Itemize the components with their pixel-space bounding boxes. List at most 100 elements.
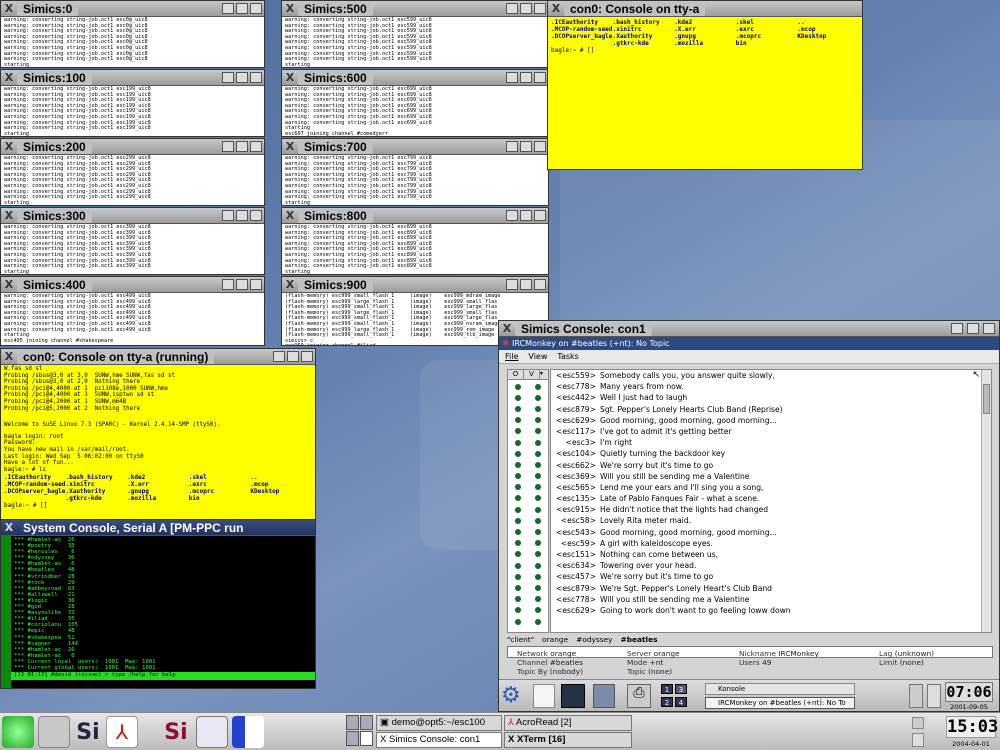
minimize-button[interactable]: [506, 210, 518, 221]
message-nick[interactable]: <esc117>: [554, 426, 596, 437]
title-bar[interactable]: X System Console, Serial A [PM-PPC run: [1, 520, 315, 536]
title-bar[interactable]: X Simics:100: [1, 70, 264, 86]
maximize-button[interactable]: [520, 141, 532, 152]
message-nick[interactable]: <esc915>: [554, 504, 596, 515]
nick-list-row[interactable]: [508, 392, 548, 403]
close-button[interactable]: [250, 72, 262, 83]
col-voice[interactable]: V: [524, 370, 540, 379]
message-nick[interactable]: <esc634>: [554, 560, 596, 571]
x-logo-icon[interactable]: X: [1, 209, 17, 223]
message-nick[interactable]: <esc629>: [554, 415, 596, 426]
nick-list-row[interactable]: [508, 605, 548, 616]
close-button[interactable]: [250, 3, 262, 14]
scrollbar-thumb[interactable]: [983, 384, 990, 414]
menu-view[interactable]: View: [528, 352, 547, 361]
simics-console-window[interactable]: X Simics:700 warning: converting string-jo…: [281, 138, 549, 206]
klipper-icon[interactable]: [927, 684, 941, 708]
maximize-button[interactable]: [520, 72, 532, 83]
x-logo-icon[interactable]: X: [282, 209, 298, 223]
x-logo-icon[interactable]: X: [282, 140, 298, 154]
close-button[interactable]: [534, 72, 546, 83]
x-logo-icon[interactable]: X: [1, 71, 17, 85]
terminal-output[interactable]: warning: converting string-job.oct1 esc3…: [1, 224, 264, 274]
title-bar[interactable]: X Simics:800: [282, 208, 548, 224]
tab-client[interactable]: "client": [507, 635, 534, 645]
acrobat-icon[interactable]: ⅄: [106, 716, 138, 748]
nick-list-row[interactable]: [508, 437, 548, 448]
close-button[interactable]: [250, 210, 262, 221]
maximize-button[interactable]: [236, 279, 248, 290]
task-acroread[interactable]: ⅄ AcroRead [2]: [504, 715, 632, 731]
nick-list-row[interactable]: [508, 594, 548, 605]
pager-desktop-3[interactable]: 3: [675, 684, 687, 694]
message-nick[interactable]: <esc442>: [554, 392, 596, 403]
message-nick[interactable]: <esc151>: [554, 549, 596, 560]
task-simics-console[interactable]: X Simics Console: con1: [376, 732, 502, 748]
start-menu-icon[interactable]: [2, 716, 34, 748]
message-nick[interactable]: <esc778>: [554, 381, 596, 392]
pager-cell[interactable]: [346, 715, 359, 730]
scrollbar[interactable]: [1, 536, 11, 688]
pager-desktop-1[interactable]: 1: [661, 684, 673, 694]
terminal-output[interactable]: warning: converting string-job.oct1 esc2…: [1, 155, 264, 205]
minimize-button[interactable]: [222, 141, 234, 152]
col-operator[interactable]: O: [508, 370, 524, 379]
message-nick[interactable]: <esc778>: [554, 594, 596, 605]
x-logo-icon[interactable]: X: [1, 2, 17, 16]
simics-console-window[interactable]: X Simics:600 warning: converting string-jo…: [281, 69, 549, 137]
tab-orange[interactable]: orange: [542, 635, 568, 645]
message-nick[interactable]: <esc543>: [554, 527, 596, 538]
task-ircmonkey[interactable]: IRCMonkey on #beatles (+nt): No To: [705, 697, 855, 709]
message-nick[interactable]: <esc3>: [554, 437, 596, 448]
title-bar[interactable]: X Simics:400: [1, 277, 264, 293]
message-nick[interactable]: <esc135>: [554, 493, 596, 504]
minimize-button[interactable]: [506, 72, 518, 83]
title-bar[interactable]: X Simics:300: [1, 208, 264, 224]
minimize-button[interactable]: [222, 72, 234, 83]
con0-console-window[interactable]: X con0: Console on tty-a .ICEauthority .b…: [547, 0, 863, 170]
title-bar[interactable]: X Simics:200: [1, 139, 264, 155]
nick-list-row[interactable]: [508, 515, 548, 526]
scrollbar[interactable]: [981, 370, 991, 632]
nick-list-row[interactable]: [508, 448, 548, 459]
x-logo-icon[interactable]: X: [282, 71, 298, 85]
message-nick[interactable]: <esc59>: [554, 538, 596, 549]
pager-cell[interactable]: [360, 715, 373, 730]
sort-icon[interactable]: ▾: [540, 370, 548, 379]
message-nick[interactable]: <esc58>: [554, 515, 596, 526]
close-button[interactable]: [534, 141, 546, 152]
nick-list-row[interactable]: [508, 504, 548, 515]
terminal-output[interactable]: warning: converting string-job.oct1 esc7…: [282, 155, 548, 205]
terminal-area[interactable]: *** #hamlet-ac 26 *** #poetry 33 *** #herc…: [1, 536, 315, 688]
minimize-button[interactable]: [222, 279, 234, 290]
message-nick[interactable]: <esc559>: [554, 370, 596, 381]
pager-cell[interactable]: [346, 731, 359, 746]
simics-console-window[interactable]: X Simics:800 warning: converting string-jo…: [281, 207, 549, 275]
workstation-icon[interactable]: [38, 716, 70, 748]
chart-tool-icon[interactable]: [232, 716, 264, 748]
taskbar-clock[interactable]: 15:03: [946, 716, 998, 738]
minimize-button[interactable]: [222, 210, 234, 221]
system-console-window[interactable]: X System Console, Serial A [PM-PPC run *…: [0, 519, 316, 689]
title-bar[interactable]: X Simics:0: [1, 1, 264, 17]
simics-console-window[interactable]: X Simics:100 warning: converting string-jo…: [0, 69, 265, 137]
minimize-button[interactable]: [951, 323, 963, 334]
browser-icon[interactable]: [593, 684, 615, 708]
terminal-output[interactable]: warning: converting string-job.oct1 esc1…: [1, 86, 264, 136]
minimize-button[interactable]: [222, 3, 234, 14]
x-logo-icon[interactable]: X: [282, 278, 298, 292]
nick-list-row[interactable]: [508, 459, 548, 470]
menu-file[interactable]: File: [505, 352, 518, 361]
pager-desktop-4[interactable]: 4: [675, 697, 687, 707]
terminal-area[interactable]: W.fas sd st Probing /sbus@3,0 at 3,0 SUNW…: [1, 365, 315, 519]
nick-list-row[interactable]: [508, 582, 548, 593]
message-nick[interactable]: <esc104>: [554, 448, 596, 459]
title-bar[interactable]: X Simics:500: [282, 1, 548, 17]
message-nick[interactable]: <esc457>: [554, 571, 596, 582]
tab-beatles[interactable]: #beatles: [621, 635, 658, 645]
x-logo-icon[interactable]: X: [1, 140, 17, 154]
maximize-button[interactable]: [236, 72, 248, 83]
nick-list-row[interactable]: [508, 526, 548, 537]
terminal-output[interactable]: warning: converting string-job.oct1 esc6…: [282, 86, 548, 136]
message-nick[interactable]: <esc369>: [554, 471, 596, 482]
